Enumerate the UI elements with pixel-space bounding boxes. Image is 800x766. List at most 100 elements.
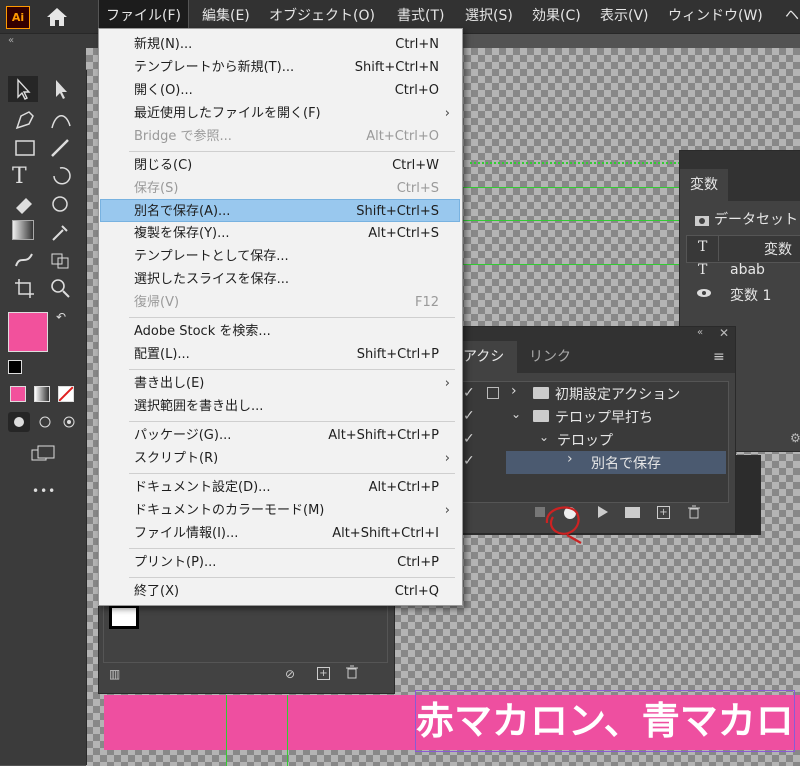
chevron-right-icon: › [444, 376, 450, 391]
guide-line [460, 220, 680, 221]
artboard-tool-icon[interactable] [12, 276, 38, 304]
menu-item-export[interactable]: 書き出し(E) › [100, 372, 460, 395]
dialog-toggle-icon[interactable] [487, 387, 499, 399]
check-icon[interactable]: ✓ [463, 408, 475, 424]
menu-item-close[interactable]: 閉じる(C) Ctrl+W [100, 154, 460, 177]
chevron-right-icon: › [444, 503, 450, 518]
action-set-row[interactable]: 初期設定アクション [555, 384, 680, 404]
menu-item-document-setup[interactable]: ドキュメント設定(D)... Alt+Ctrl+P [100, 476, 460, 499]
panel-menu-icon[interactable]: ≡ [713, 349, 725, 365]
menu-select[interactable]: 選択(S) [458, 0, 520, 33]
menu-separator [129, 473, 455, 474]
menu-effect[interactable]: 効果(C) [525, 0, 588, 33]
tab-link[interactable]: リンク [529, 341, 571, 373]
caption-text[interactable]: 赤マカロン、青マカロ [415, 690, 795, 752]
swatch-box [103, 603, 388, 663]
panel-settings-icon[interactable]: ⚙ [790, 431, 800, 445]
variable-row[interactable]: abab [730, 262, 765, 278]
paintbrush-tool-icon[interactable] [48, 136, 74, 164]
curvature-tool-icon[interactable] [48, 108, 74, 136]
folder-icon [533, 387, 549, 399]
menu-item-search-stock[interactable]: Adobe Stock を検索... [100, 320, 460, 343]
menu-item-new[interactable]: 新規(N)... Ctrl+N [100, 33, 460, 56]
menu-item-exit[interactable]: 終了(X) Ctrl+Q [100, 580, 460, 603]
new-set-folder-icon[interactable] [625, 507, 640, 518]
menu-item-scripts[interactable]: スクリプト(R) › [100, 447, 460, 470]
toolbar-collapse[interactable]: « [0, 34, 100, 48]
tab-variables[interactable]: 変数 [680, 169, 728, 201]
type-tool-icon[interactable]: T [12, 164, 27, 189]
home-icon[interactable] [44, 6, 70, 28]
menu-separator [129, 577, 455, 578]
chevron-right-icon[interactable]: › [511, 383, 517, 399]
guide-dots [470, 162, 680, 172]
menu-view[interactable]: 表示(V) [593, 0, 656, 33]
trash-icon[interactable] [345, 665, 359, 683]
variable-row[interactable]: 変数 1 [730, 285, 771, 305]
tab-actions[interactable]: アクション [461, 341, 517, 397]
play-icon[interactable] [597, 505, 609, 523]
default-colors-icon[interactable] [8, 360, 22, 374]
rectangle-tool-icon[interactable] [12, 136, 38, 164]
gradient-mode-icon[interactable] [34, 386, 50, 402]
menu-item-save-copy[interactable]: 複製を保存(Y)... Alt+Ctrl+S [100, 222, 460, 245]
action-set-row[interactable]: テロップ早打ち [555, 407, 653, 427]
warp-tool-icon[interactable] [48, 192, 74, 220]
eraser-tool-icon[interactable] [12, 192, 38, 220]
action-row[interactable]: テロップ [557, 430, 613, 450]
draw-normal-icon[interactable] [8, 412, 30, 432]
none-mode-icon[interactable] [58, 386, 74, 402]
pen-tool-icon[interactable] [12, 108, 38, 136]
menu-item-file-info[interactable]: ファイル情報(I)... Alt+Shift+Ctrl+I [100, 522, 460, 545]
check-icon[interactable]: ✓ [463, 385, 475, 401]
swap-colors-icon[interactable]: ↶ [56, 310, 66, 324]
draw-behind-icon[interactable] [34, 412, 56, 436]
menu-item-save-as[interactable]: 別名で保存(A)... Shift+Ctrl+S [100, 199, 460, 222]
selection-tool-icon[interactable] [8, 76, 38, 102]
action-step-row[interactable]: 別名で保存 [591, 453, 661, 473]
zoom-tool-icon[interactable] [48, 276, 74, 304]
menu-item-save-as-template[interactable]: テンプレートとして保存... [100, 245, 460, 268]
puppet-warp-tool-icon[interactable] [12, 248, 38, 276]
camera-icon[interactable] [694, 213, 710, 231]
check-icon[interactable]: ✓ [463, 431, 475, 447]
chevron-down-icon[interactable]: ⌄ [511, 407, 521, 421]
screen-mode-icon[interactable] [30, 444, 58, 468]
chevron-down-icon[interactable]: ⌄ [539, 430, 549, 444]
menu-item-new-from-template[interactable]: テンプレートから新規(T)... Shift+Ctrl+N [100, 56, 460, 79]
menu-window[interactable]: ウィンドウ(W) [661, 0, 770, 33]
trash-icon[interactable] [687, 505, 701, 523]
fill-color-swatch[interactable] [8, 312, 48, 352]
gradient-tool-icon[interactable] [12, 220, 34, 240]
color-mode-icon[interactable] [10, 386, 26, 402]
menu-item-open-recent[interactable]: 最近使用したファイルを開く(F) › [100, 102, 460, 125]
menu-item-revert: 復帰(V) F12 [134, 295, 439, 310]
menu-item-package[interactable]: パッケージ(G)... Alt+Shift+Ctrl+P [100, 424, 460, 447]
add-icon[interactable]: + [317, 667, 330, 680]
unlink-icon[interactable]: ⊘ [285, 667, 295, 681]
menu-item-document-color-mode[interactable]: ドキュメントのカラーモード(M) › [100, 499, 460, 522]
menu-item-save-slices[interactable]: 選択したスライスを保存... [100, 268, 460, 291]
guide-vertical [287, 695, 288, 766]
menu-help[interactable]: ヘ [778, 0, 800, 33]
chevron-right-icon[interactable]: › [567, 451, 573, 467]
collapse-panel-icon[interactable]: « [697, 327, 703, 338]
close-panel-icon[interactable]: ✕ [719, 326, 729, 340]
direct-selection-tool-icon[interactable] [48, 76, 78, 102]
record-annotation-circle [541, 497, 591, 551]
library-icon[interactable]: ▥ [109, 667, 120, 681]
menu-item-export-selection[interactable]: 選択範囲を書き出し... [100, 395, 460, 418]
more-tools-icon[interactable]: ••• [32, 484, 56, 498]
guide-line [460, 264, 680, 265]
small-swatch-icon [109, 605, 139, 629]
toolbar: T ↶ ••• [0, 70, 87, 765]
eyedropper-tool-icon[interactable] [48, 220, 74, 248]
new-action-icon[interactable]: + [657, 506, 670, 519]
menu-item-open[interactable]: 開く(O)... Ctrl+O [100, 79, 460, 102]
menu-item-print[interactable]: プリント(P)... Ctrl+P [100, 551, 460, 574]
draw-inside-icon[interactable] [58, 412, 80, 436]
shape-builder-tool-icon[interactable] [48, 248, 74, 276]
check-icon[interactable]: ✓ [463, 453, 475, 469]
menu-item-place[interactable]: 配置(L)... Shift+Ctrl+P [100, 343, 460, 366]
rotate-tool-icon[interactable] [48, 164, 74, 192]
